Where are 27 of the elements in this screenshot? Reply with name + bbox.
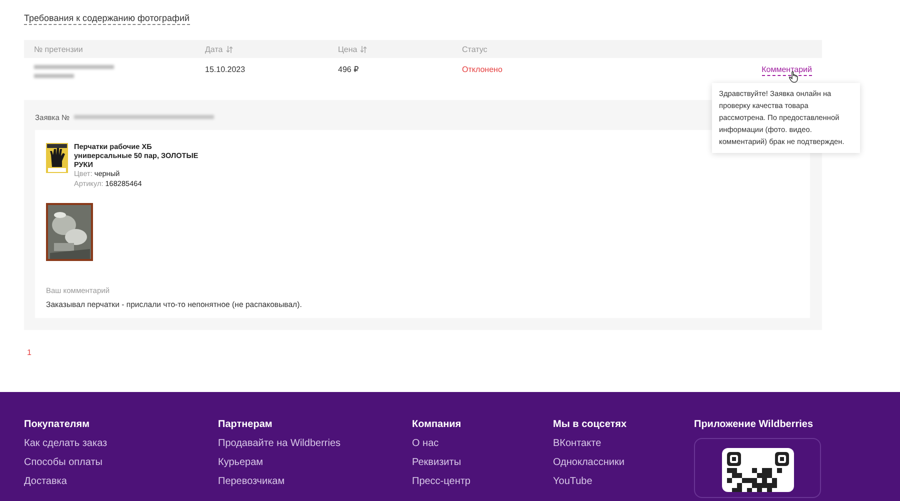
footer-link[interactable]: YouTube [553,476,694,487]
qr-code-icon [722,448,794,492]
page-link[interactable]: 1 [27,348,32,357]
footer-link[interactable]: О нас [412,438,553,449]
status-text: Отклонено [462,65,502,76]
footer-link[interactable]: Реквизиты [412,457,553,468]
sort-icon[interactable] [360,46,368,52]
footer-heading: Компания [412,419,462,430]
sort-icon[interactable] [226,46,233,52]
footer-link[interactable]: Как сделать заказ [24,438,218,449]
footer-heading: Покупателям [24,419,91,430]
footer-link[interactable]: Продавайте на Wildberries [218,438,412,449]
footer-link[interactable]: Способы оплаты [24,457,218,468]
footer-link[interactable]: ВКонтакте [553,438,694,449]
footer-link[interactable]: Перевозчикам [218,476,412,487]
requirements-link[interactable]: Требования к содержанию фотографий [24,13,190,25]
footer-link[interactable]: Одноклассники [553,457,694,468]
footer-link[interactable]: Пресс-центр [412,476,553,487]
footer-link[interactable]: Доставка [24,476,218,487]
column-header: Статус [462,44,488,54]
footer-link[interactable]: Курьерам [218,457,412,468]
table-cell: 15.10.2023 [205,65,246,74]
footer-heading: Приложение Wildberries [694,419,814,430]
table-cell: 496 ₽ [338,65,359,74]
footer-heading: Партнерам [218,419,274,430]
column-header: № претензии [34,44,83,54]
footer-heading: Мы в соцсетях [553,419,628,430]
